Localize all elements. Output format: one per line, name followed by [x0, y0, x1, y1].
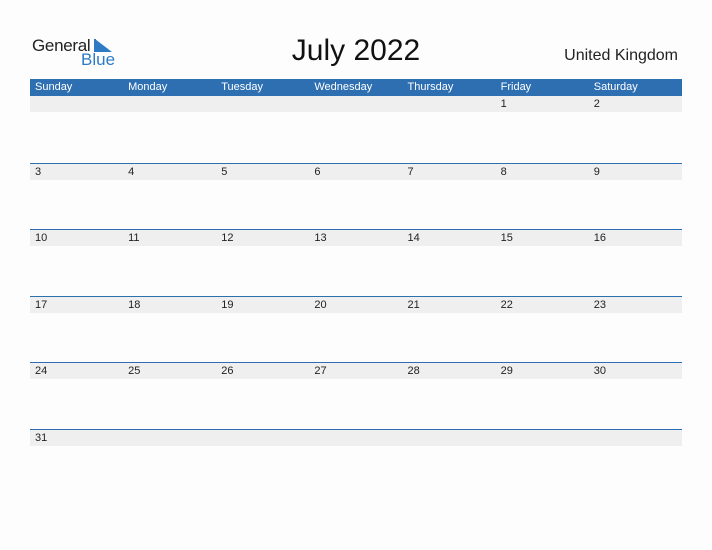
- day-cell: 12: [221, 232, 234, 245]
- day-cell: 26: [221, 365, 234, 378]
- day-cell: [216, 96, 309, 112]
- date-strip: 10 11 12 13 14 15 16: [30, 230, 682, 247]
- day-cell: 22: [500, 298, 513, 311]
- date-strip: 17 18 19 20 21 22 23: [30, 296, 682, 313]
- day-cell: 6: [314, 165, 321, 178]
- date-strip: 31: [30, 429, 682, 446]
- day-cell: [309, 96, 402, 112]
- day-cell: 8: [500, 165, 507, 178]
- day-cell: 30: [593, 365, 606, 378]
- day-cell: [589, 430, 682, 446]
- day-cell: 13: [314, 232, 327, 245]
- day-cell: 20: [314, 298, 327, 311]
- day-cell: [496, 430, 589, 446]
- day-cell: 24: [35, 365, 48, 378]
- day-cell: 21: [407, 298, 420, 311]
- day-cell: [403, 96, 496, 112]
- weekday-saturday: Saturday: [593, 81, 638, 93]
- weekday-friday: Friday: [500, 81, 532, 93]
- day-cell: [403, 430, 496, 446]
- day-cell: 1: [500, 98, 507, 110]
- day-cell: 11: [128, 232, 140, 245]
- day-cell: 15: [500, 232, 513, 245]
- day-cell: 2: [593, 98, 600, 110]
- day-cell: [30, 96, 123, 112]
- day-cell: [123, 96, 216, 112]
- day-cell: 25: [128, 365, 141, 378]
- weekday-header: Sunday Monday Tuesday Wednesday Thursday…: [30, 79, 682, 96]
- day-cell: 9: [593, 165, 600, 178]
- weekday-wednesday: Wednesday: [314, 81, 373, 93]
- week-row: 24 25 26 27 28 29 30: [30, 362, 682, 429]
- day-cell: [216, 430, 309, 446]
- day-cell: 19: [221, 298, 234, 311]
- weekday-sunday: Sunday: [35, 81, 73, 93]
- day-cell: 14: [407, 232, 420, 245]
- day-cell: 3: [35, 165, 42, 178]
- weekday-thursday: Thursday: [407, 81, 454, 93]
- date-strip: 3 4 5 6 7 8 9: [30, 163, 682, 180]
- day-cell: 31: [35, 431, 48, 444]
- week-row: 3 4 5 6 7 8 9: [30, 162, 682, 230]
- day-cell: 10: [35, 232, 48, 245]
- date-strip: 24 25 26 27 28 29 30: [30, 363, 682, 380]
- day-cell: 7: [407, 165, 414, 178]
- day-cell: 4: [128, 165, 135, 178]
- day-cell: 27: [314, 365, 327, 378]
- day-cell: 5: [221, 165, 228, 178]
- day-cell: [123, 430, 216, 446]
- day-cell: 29: [500, 365, 513, 378]
- date-strip: 12: [30, 96, 682, 112]
- day-cell: 28: [407, 365, 420, 378]
- day-cell: 17: [35, 298, 48, 311]
- weekday-monday: Monday: [128, 81, 168, 93]
- week-row: 10 11 12 13 14 15 16: [30, 229, 682, 296]
- calendar-grid: Sunday Monday Tuesday Wednesday Thursday…: [30, 79, 682, 496]
- weekday-tuesday: Tuesday: [221, 81, 264, 93]
- week-row: 12: [30, 96, 682, 163]
- day-cell: 23: [593, 298, 606, 311]
- week-row: 31: [30, 428, 682, 496]
- day-cell: 18: [128, 298, 141, 311]
- week-row: 17 18 19 20 21 22 23: [30, 295, 682, 363]
- country-label: United Kingdom: [564, 47, 678, 64]
- day-cell: 16: [593, 232, 606, 245]
- day-cell: [309, 430, 402, 446]
